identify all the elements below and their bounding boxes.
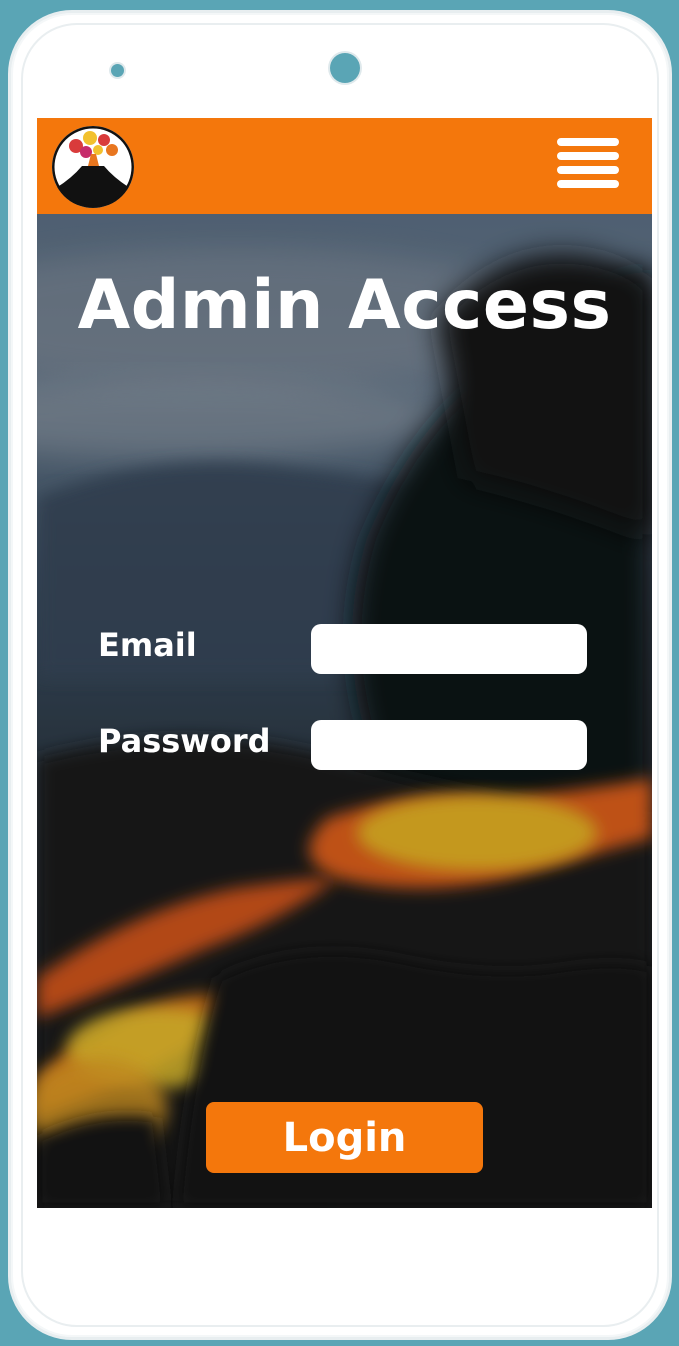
email-field[interactable] — [311, 624, 587, 674]
app-screen: Admin Access Email Password Login — [37, 118, 652, 1208]
app-header-bar — [37, 118, 652, 214]
password-field[interactable] — [311, 720, 587, 770]
device-backdrop: Admin Access Email Password Login — [0, 0, 679, 1346]
proximity-sensor-icon — [111, 64, 124, 77]
volcano-logo-icon[interactable] — [52, 126, 134, 208]
password-label: Password — [98, 722, 271, 760]
hamburger-menu-icon[interactable] — [557, 138, 619, 188]
front-camera-icon — [330, 53, 360, 83]
email-label: Email — [98, 626, 197, 664]
login-button[interactable]: Login — [206, 1102, 483, 1173]
page-title: Admin Access — [77, 266, 612, 345]
